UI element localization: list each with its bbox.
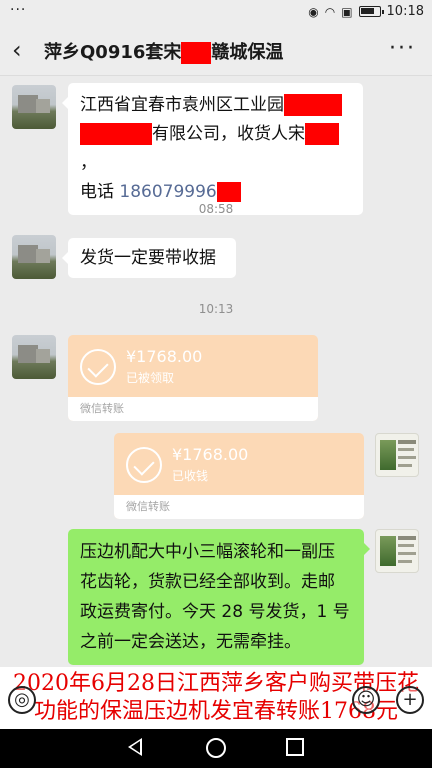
- message-line: 政运费寄付。今天 28 号发货，1 号: [80, 602, 350, 622]
- eye-icon: ◉: [308, 4, 319, 19]
- contact-avatar[interactable]: [12, 85, 56, 129]
- clock: 10:18: [386, 4, 424, 19]
- more-options-icon[interactable]: ···: [389, 36, 416, 61]
- back-icon[interactable]: ‹: [12, 36, 22, 64]
- transfer-amount: ¥1768.00: [172, 445, 249, 464]
- chat-title-prefix: 萍乡Q0916套宋: [44, 42, 182, 63]
- chat-area[interactable]: 江西省宜春市袁州区工业园 有限公司，收货人宋， 电话 186079996 08:…: [0, 77, 432, 667]
- message-line: 花齿轮，货款已经全部收到。走邮: [80, 572, 335, 592]
- chat-title-suffix: 赣城保温: [211, 42, 284, 63]
- message-address[interactable]: 江西省宜春市袁州区工业园 有限公司，收货人宋， 电话 186079996: [62, 83, 363, 215]
- transfer-status: 已被领取: [126, 371, 175, 385]
- message-line: 之前一定会送达，无需牵挂。: [80, 632, 301, 652]
- recents-nav-icon[interactable]: [286, 738, 304, 756]
- timestamp: 10:13: [198, 302, 234, 316]
- wechat-transfer-card[interactable]: ¥1768.00 已被领取 微信转账: [68, 335, 318, 421]
- message-line: 江西省宜春市袁州区工业园: [80, 91, 351, 120]
- chat-title: 萍乡Q0916套宋 赣城保温: [44, 38, 283, 64]
- home-nav-icon[interactable]: [206, 738, 226, 758]
- check-icon: [126, 447, 162, 483]
- wechat-transfer-card[interactable]: ¥1768.00 已收钱 微信转账: [114, 433, 364, 519]
- transfer-status: 已收钱: [172, 469, 209, 483]
- voice-input-icon[interactable]: ◎: [8, 686, 36, 714]
- redaction-block: [216, 182, 241, 202]
- phone-link[interactable]: 186079996: [119, 182, 216, 202]
- contact-avatar[interactable]: [12, 335, 56, 379]
- chat-header: ‹ 萍乡Q0916套宋 赣城保温 ···: [0, 26, 432, 76]
- message-receipt-reminder[interactable]: 发货一定要带收据: [62, 238, 236, 278]
- redaction-block: [181, 42, 212, 64]
- system-nav-bar: [0, 729, 432, 768]
- redaction-block: [305, 123, 339, 145]
- battery-icon: [358, 6, 384, 17]
- message-shipping-confirmation[interactable]: 压边机配大中小三幅滚轮和一副压 花齿轮，货款已经全部收到。走邮 政运费寄付。今天…: [68, 529, 370, 665]
- my-avatar[interactable]: [375, 433, 419, 477]
- contact-avatar[interactable]: [12, 235, 56, 279]
- message-line: 有限公司，收货人宋，: [80, 120, 351, 178]
- transfer-amount: ¥1768.00: [126, 347, 203, 366]
- plus-icon[interactable]: +: [396, 686, 424, 714]
- notification-dots: ···: [10, 2, 27, 18]
- redaction-block: [284, 94, 342, 116]
- transfer-label: 微信转账: [68, 397, 318, 421]
- wifi-icon: ◠: [324, 4, 336, 19]
- message-line: 压边机配大中小三幅滚轮和一副压: [80, 542, 335, 562]
- timestamp: 08:58: [198, 202, 234, 216]
- status-icons: ◉ ◠ ▣ 10:18: [308, 4, 424, 19]
- redaction-block: [80, 123, 152, 145]
- transfer-label: 微信转账: [114, 495, 364, 519]
- back-nav-icon[interactable]: [128, 738, 142, 756]
- my-avatar[interactable]: [375, 529, 419, 573]
- sim-icon: ▣: [341, 4, 353, 19]
- status-bar: ··· ◉ ◠ ▣ 10:18: [0, 0, 432, 26]
- check-icon: [80, 349, 116, 385]
- emoji-icon[interactable]: ☺: [352, 686, 380, 714]
